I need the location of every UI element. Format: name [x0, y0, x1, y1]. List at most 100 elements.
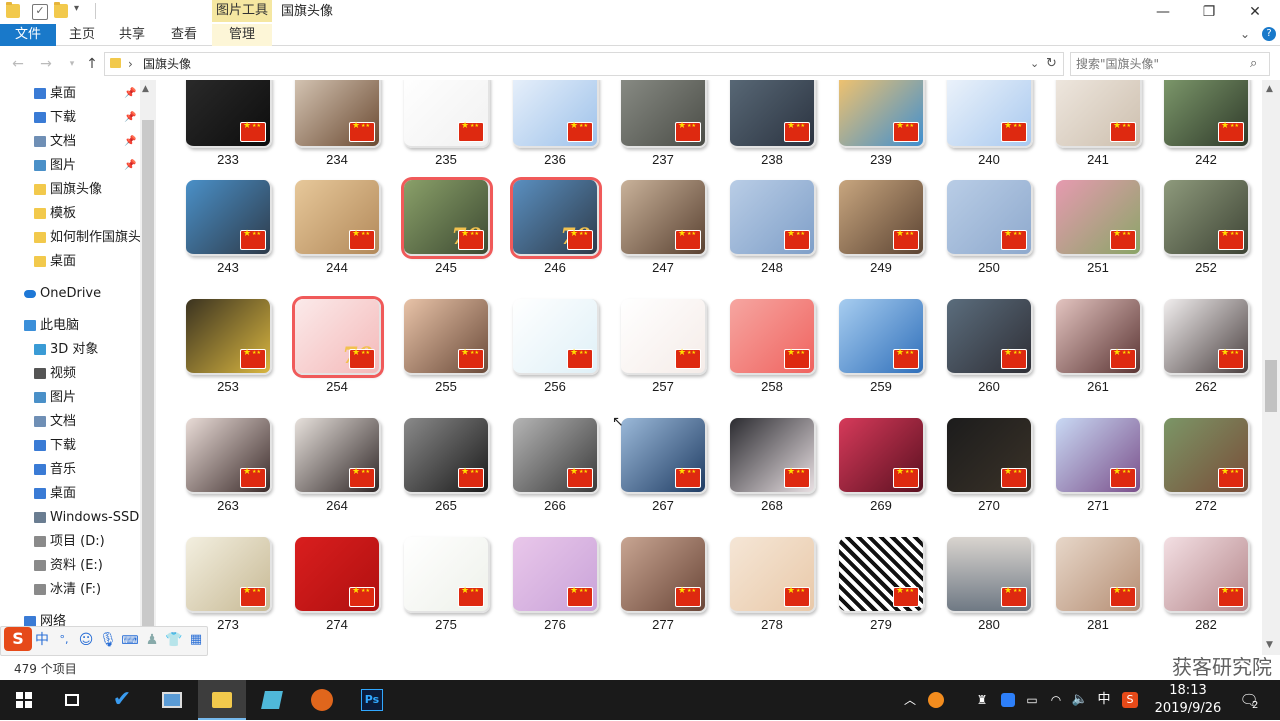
- tab-file[interactable]: 文件: [0, 24, 56, 46]
- file-item[interactable]: 277: [617, 537, 717, 645]
- chevron-down-icon[interactable]: ⌄: [1240, 27, 1250, 41]
- nav-item[interactable]: 模板: [0, 202, 140, 226]
- nav-item[interactable]: 视频: [0, 362, 140, 386]
- breadcrumb-separator[interactable]: ›: [128, 54, 133, 74]
- file-item[interactable]: 70254: [291, 299, 391, 407]
- skin-icon[interactable]: 👕: [164, 630, 184, 650]
- file-item[interactable]: 271: [1052, 418, 1152, 526]
- file-item[interactable]: 282: [1160, 537, 1260, 645]
- file-item[interactable]: 236: [509, 80, 609, 180]
- file-item[interactable]: 258: [726, 299, 826, 407]
- file-item[interactable]: 265: [400, 418, 500, 526]
- pin-icon[interactable]: 📌: [124, 82, 136, 106]
- todo-check-icon[interactable]: ✔: [98, 680, 146, 720]
- photoshop-icon[interactable]: Ps: [348, 680, 396, 720]
- nav-item[interactable]: OneDrive: [0, 282, 140, 306]
- file-explorer-icon[interactable]: [198, 680, 246, 720]
- properties-check-icon[interactable]: ✓: [32, 4, 48, 20]
- nav-item[interactable]: 资料 (E:): [0, 554, 140, 578]
- customize-quick-access-icon[interactable]: ▾: [74, 3, 79, 14]
- close-button[interactable]: ✕: [1232, 0, 1278, 24]
- nav-scrollbar-thumb[interactable]: [142, 120, 154, 630]
- restore-button[interactable]: ❐: [1186, 0, 1232, 24]
- nav-item[interactable]: 此电脑: [0, 314, 140, 338]
- volume-icon[interactable]: 🔈: [1070, 680, 1090, 720]
- file-item[interactable]: 266: [509, 418, 609, 526]
- tray-blue-app-icon[interactable]: [998, 680, 1018, 720]
- ime-mode-indicator[interactable]: 中: [1094, 680, 1114, 720]
- pin-icon[interactable]: 📌: [124, 154, 136, 178]
- file-item[interactable]: 237: [617, 80, 717, 180]
- clock-time[interactable]: 18:13: [1150, 682, 1226, 700]
- file-item[interactable]: 262: [1160, 299, 1260, 407]
- toolbox-icon[interactable]: ▦: [186, 630, 206, 650]
- file-item[interactable]: 239: [835, 80, 935, 180]
- file-item[interactable]: 70245: [400, 180, 500, 288]
- nav-item[interactable]: 项目 (D:): [0, 530, 140, 554]
- help-icon[interactable]: ?: [1262, 27, 1276, 41]
- pin-icon[interactable]: 📌: [124, 106, 136, 130]
- file-item[interactable]: 251: [1052, 180, 1152, 288]
- emoji-icon[interactable]: ☺: [76, 630, 96, 650]
- scroll-up-icon[interactable]: ▲: [1266, 84, 1273, 94]
- nav-item[interactable]: 桌面: [0, 250, 140, 274]
- file-item[interactable]: 263: [182, 418, 282, 526]
- nav-item[interactable]: 桌面 📌: [0, 82, 140, 106]
- content-scrollbar-thumb[interactable]: [1265, 360, 1277, 412]
- file-item[interactable]: 275: [400, 537, 500, 645]
- chinese-mode-icon[interactable]: 中: [32, 630, 52, 650]
- nav-item[interactable]: Windows-SSD (: [0, 506, 140, 530]
- tray-user-icon[interactable]: ♜: [972, 680, 992, 720]
- tab-manage[interactable]: 管理: [212, 24, 272, 46]
- file-item[interactable]: 250: [943, 180, 1043, 288]
- task-view-icon[interactable]: [48, 680, 96, 720]
- file-item[interactable]: 256: [509, 299, 609, 407]
- nav-item[interactable]: 文档: [0, 410, 140, 434]
- search-icon[interactable]: ⌕: [1250, 54, 1257, 74]
- file-item[interactable]: 257: [617, 299, 717, 407]
- file-item[interactable]: 274: [291, 537, 391, 645]
- action-center-icon[interactable]: 🗨: [1234, 680, 1264, 720]
- file-item[interactable]: 252: [1160, 180, 1260, 288]
- file-item[interactable]: 279: [835, 537, 935, 645]
- recent-locations-icon[interactable]: ▾: [62, 55, 82, 73]
- file-item[interactable]: 270: [943, 418, 1043, 526]
- scroll-down-icon[interactable]: ▼: [1266, 640, 1273, 650]
- address-dropdown-icon[interactable]: ⌄: [1030, 54, 1039, 74]
- file-item[interactable]: 272: [1160, 418, 1260, 526]
- file-item[interactable]: 261: [1052, 299, 1152, 407]
- file-item[interactable]: 242: [1160, 80, 1260, 180]
- file-item[interactable]: 259: [835, 299, 935, 407]
- file-item[interactable]: 278: [726, 537, 826, 645]
- tab-share[interactable]: 共享: [110, 24, 154, 46]
- nav-item[interactable]: 下载: [0, 434, 140, 458]
- file-item[interactable]: 233: [182, 80, 282, 180]
- nav-item[interactable]: 冰清 (F:): [0, 578, 140, 602]
- tray-overflow-icon[interactable]: ︿: [900, 680, 920, 720]
- nav-item[interactable]: 音乐: [0, 458, 140, 482]
- file-item[interactable]: 264: [291, 418, 391, 526]
- file-item[interactable]: 267: [617, 418, 717, 526]
- file-item[interactable]: 235: [400, 80, 500, 180]
- file-item[interactable]: 70246: [509, 180, 609, 288]
- address-bar[interactable]: [104, 52, 1064, 76]
- file-item[interactable]: 268: [726, 418, 826, 526]
- file-item[interactable]: 249: [835, 180, 935, 288]
- file-item[interactable]: 253: [182, 299, 282, 407]
- user-icon[interactable]: ♟: [142, 630, 162, 650]
- file-item[interactable]: 281: [1052, 537, 1152, 645]
- tray-app-icon[interactable]: [926, 680, 946, 720]
- nav-item[interactable]: 如何制作国旗头像: [0, 226, 140, 250]
- file-item[interactable]: 241: [1052, 80, 1152, 180]
- wifi-icon[interactable]: ◠: [1046, 680, 1066, 720]
- file-item[interactable]: 234: [291, 80, 391, 180]
- pin-icon[interactable]: 📌: [124, 130, 136, 154]
- refresh-icon[interactable]: ↻: [1046, 54, 1057, 74]
- tray-device-icon[interactable]: ▭: [1022, 680, 1042, 720]
- forward-arrow-icon[interactable]: →: [36, 55, 56, 73]
- nav-item[interactable]: 3D 对象: [0, 338, 140, 362]
- nav-item[interactable]: 图片: [0, 386, 140, 410]
- file-item[interactable]: 248: [726, 180, 826, 288]
- breadcrumb-current[interactable]: 国旗头像: [143, 54, 191, 74]
- sogou-logo-icon[interactable]: S: [4, 627, 32, 651]
